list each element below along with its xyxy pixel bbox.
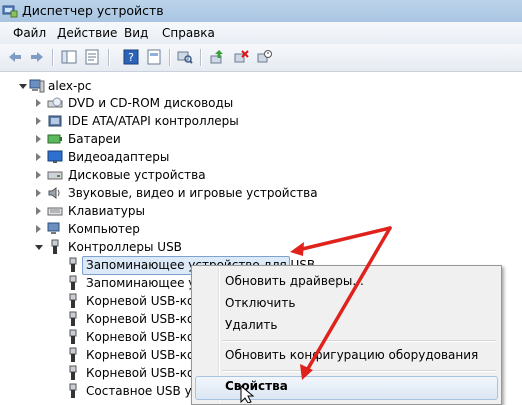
annotation-arrowhead-usb (290, 242, 304, 256)
annotation-overlay (240, 226, 392, 403)
annotation-arrow-to-properties (304, 226, 392, 374)
mouse-cursor-icon (240, 384, 255, 403)
annotation-arrow-to-usb-device (296, 226, 392, 252)
